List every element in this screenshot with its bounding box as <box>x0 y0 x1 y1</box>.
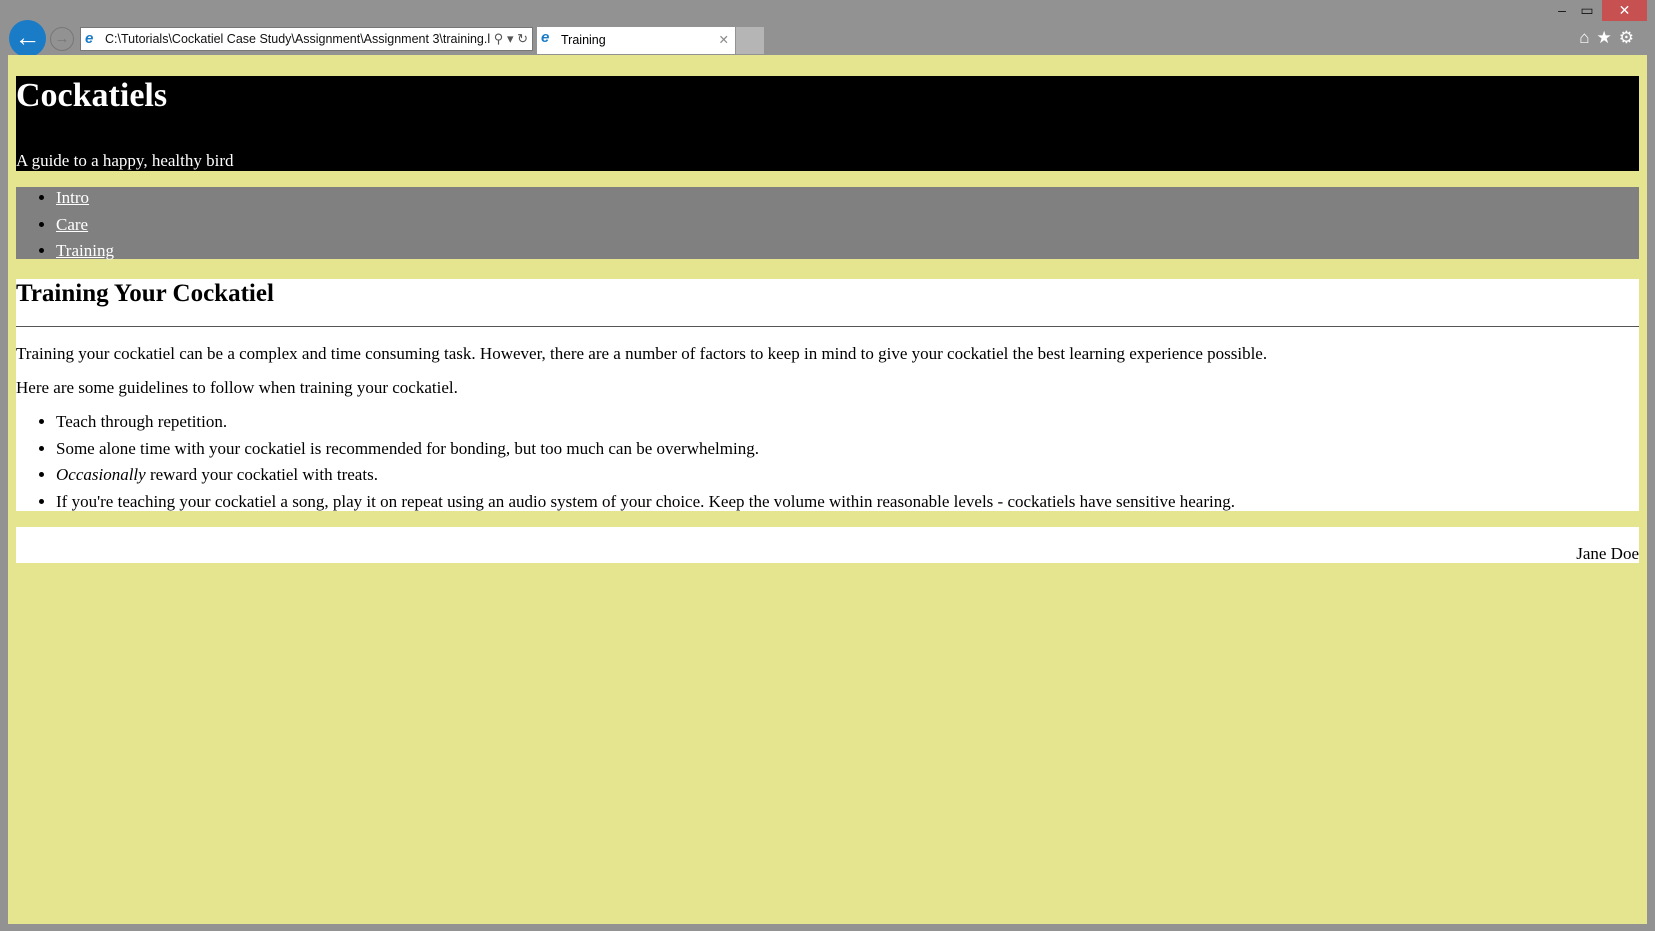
close-tab-icon[interactable]: ✕ <box>719 27 729 54</box>
list-item: Teach through repetition. <box>56 412 1639 432</box>
nav-link-care[interactable]: Care <box>56 215 88 234</box>
address-bar[interactable]: e C:\Tutorials\Cockatiel Case Study\Assi… <box>80 27 533 51</box>
guidelines-paragraph: Here are some guidelines to follow when … <box>16 378 458 397</box>
tab-title: Training <box>561 33 606 47</box>
nav-item-training: Training <box>56 240 1639 267</box>
emphasis: Occasionally <box>56 465 146 484</box>
main-content: Training Your Cockatiel Training your co… <box>16 279 1639 511</box>
forward-button[interactable]: → <box>50 27 74 51</box>
ie-tab-icon: e <box>541 29 550 46</box>
arrow-right-icon: → <box>54 30 70 47</box>
dropdown-icon[interactable]: ▾ <box>507 31 514 46</box>
back-button[interactable]: ← <box>9 20 46 57</box>
search-icon[interactable]: ⚲ <box>494 31 504 46</box>
gear-icon[interactable]: ⚙ <box>1619 28 1641 47</box>
intro-paragraph: Training your cockatiel can be a complex… <box>16 344 1268 363</box>
site-header: Cockatiels A guide to a happy, healthy b… <box>16 76 1639 171</box>
address-text: C:\Tutorials\Cockatiel Case Study\Assign… <box>105 32 491 46</box>
list-item: If you're teaching your cockatiel a song… <box>56 492 1639 512</box>
site-title: Cockatiels <box>16 77 168 114</box>
refresh-icon[interactable]: ↻ <box>517 31 528 46</box>
site-footer: Jane Doe <box>16 527 1639 563</box>
maximize-button[interactable]: ▭ <box>1567 0 1607 21</box>
home-icon[interactable]: ⌂ <box>1579 28 1596 47</box>
page-viewport: Cockatiels A guide to a happy, healthy b… <box>8 55 1647 924</box>
nav-link-intro[interactable]: Intro <box>56 188 89 207</box>
arrow-left-icon: ← <box>14 22 41 52</box>
site-tagline: A guide to a happy, healthy bird <box>16 151 234 170</box>
nav-item-intro: Intro <box>56 187 1639 214</box>
star-icon[interactable]: ★ <box>1597 28 1619 47</box>
nav-item-care: Care <box>56 214 1639 241</box>
close-window-button[interactable]: ✕ <box>1602 0 1647 21</box>
list-item-text: reward your cockatiel with treats. <box>145 465 378 484</box>
list-item: Some alone time with your cockatiel is r… <box>56 439 1639 459</box>
nav-link-training[interactable]: Training <box>56 241 114 260</box>
author-name: Jane Doe <box>1576 544 1639 563</box>
list-item: Occasionally reward your cockatiel with … <box>56 465 1639 485</box>
browser-chrome: ← → e C:\Tutorials\Cockatiel Case Study\… <box>0 0 1655 57</box>
tab-training[interactable]: e Training ✕ <box>537 27 735 54</box>
new-tab-button[interactable] <box>736 27 764 54</box>
ie-page-icon: e <box>85 30 94 47</box>
divider <box>16 326 1639 327</box>
site-nav: Intro Care Training <box>16 187 1639 260</box>
page-heading: Training Your Cockatiel <box>16 280 274 307</box>
guidelines-list: Teach through repetition. Some alone tim… <box>16 412 1639 512</box>
